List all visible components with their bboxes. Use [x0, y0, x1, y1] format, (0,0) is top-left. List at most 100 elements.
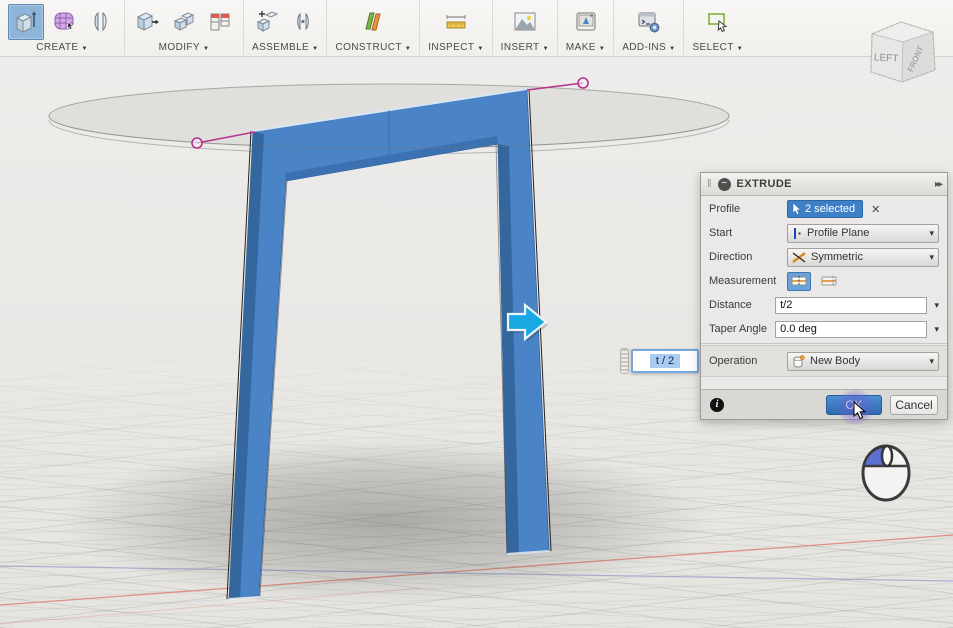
profile-row: Profile 2 selected [701, 197, 947, 221]
select-icon [707, 13, 728, 33]
cancel-button[interactable]: Cancel [890, 394, 938, 415]
inspect-menu-label: INSPECT [428, 42, 475, 53]
addins-menu-label: ADD-INS [622, 42, 667, 53]
mouse-wheel [880, 444, 894, 468]
toolbar-group-assemble: ASSEMBLE [244, 0, 328, 56]
dialog-grip-icon[interactable] [707, 178, 712, 190]
form-tool-button[interactable] [50, 7, 80, 37]
new-body-icon [793, 354, 805, 368]
toolbar-group-create: CREATE [0, 0, 125, 56]
extrude-tool-button[interactable] [8, 4, 44, 40]
view-cube-left-label: LEFT [874, 52, 899, 64]
caret-icon [405, 42, 411, 53]
operation-row: Operation New Body [701, 345, 947, 377]
mirror-tool-button[interactable] [86, 7, 116, 37]
toolbar-group-select: SELECT [684, 0, 751, 56]
measurement-whole-length-button[interactable] [817, 272, 841, 291]
canvas-distance-input[interactable]: t / 2 [631, 349, 699, 373]
mouse-hint-overlay [856, 440, 918, 509]
construct-plane-icon [365, 12, 381, 31]
new-component-icon [257, 11, 279, 32]
assemble-menu[interactable]: ASSEMBLE [252, 42, 318, 53]
toolbar-group-construct: CONSTRUCT [327, 0, 421, 56]
modify-menu-label: MODIFY [158, 42, 200, 53]
caret-icon [599, 42, 605, 53]
view-cube[interactable]: LEFT FRONT [852, 10, 950, 105]
parameters-icon [210, 13, 230, 31]
toolbar: CREATE ▼ MODIFY ▼ ASSEMBLE ▼ CONSTRUCT ▼… [0, 0, 953, 57]
distance-row: Distance [701, 293, 947, 317]
measure-icon [446, 15, 466, 29]
inspect-menu[interactable]: INSPECT [428, 42, 483, 53]
sketch-point-left[interactable] [191, 137, 203, 149]
start-dropdown[interactable]: Profile Plane [787, 223, 939, 243]
direction-row: Direction Symmetric [701, 245, 947, 269]
collapse-dialog-icon[interactable] [717, 177, 731, 191]
profile-selected-count: 2 selected [805, 203, 856, 215]
chevron-down-icon[interactable] [927, 299, 939, 311]
canvas-distance-input-group: t / 2 [620, 348, 699, 374]
direction-value: Symmetric [811, 251, 863, 263]
joint-icon [297, 12, 309, 31]
operation-dropdown[interactable]: New Body [787, 351, 939, 371]
construct-plane-tool-button[interactable] [358, 7, 388, 37]
toolbar-group-inspect: INSPECT [420, 0, 493, 56]
ok-button[interactable]: OK [826, 394, 882, 415]
measurement-half-length-button[interactable] [787, 271, 811, 291]
dialog-title: EXTRUDE [736, 178, 792, 190]
direction-dropdown[interactable]: Symmetric [787, 247, 939, 267]
taper-angle-label: Taper Angle [709, 323, 768, 335]
caret-icon [203, 42, 209, 53]
chevron-down-icon[interactable] [927, 323, 939, 335]
profile-selected-chip[interactable]: 2 selected [787, 200, 864, 218]
select-tool-button[interactable] [703, 7, 733, 37]
measurement-row: Measurement [701, 269, 947, 293]
extrude-dialog-titlebar[interactable]: EXTRUDE [701, 173, 947, 196]
start-label: Start [709, 227, 733, 239]
expand-dialog-icon[interactable] [935, 179, 941, 190]
toolbar-group-make: MAKE [558, 0, 615, 56]
measure-tool-button[interactable] [441, 7, 471, 37]
make-tool-button[interactable] [571, 7, 601, 37]
clear-selection-icon[interactable] [871, 203, 880, 216]
insert-tool-button[interactable] [510, 7, 540, 37]
insert-menu[interactable]: INSERT [501, 42, 549, 53]
combine-icon [173, 12, 195, 31]
operation-label: Operation [709, 355, 758, 367]
measurement-label: Measurement [709, 275, 777, 287]
caret-icon [737, 42, 743, 53]
construct-menu-label: CONSTRUCT [335, 42, 402, 53]
drag-grip-icon[interactable] [620, 348, 629, 374]
combine-tool-button[interactable] [169, 7, 199, 37]
make-menu[interactable]: MAKE [566, 42, 605, 53]
taper-angle-input[interactable] [775, 320, 928, 338]
create-menu[interactable]: CREATE [36, 42, 88, 53]
caret-icon [543, 42, 549, 53]
addins-menu[interactable]: ADD-INS [622, 42, 675, 53]
profile-label: Profile [709, 203, 741, 215]
extrude-dialog: EXTRUDE Profile 2 selected Start Profile… [700, 172, 948, 420]
chevron-down-icon [929, 227, 934, 239]
select-menu[interactable]: SELECT [692, 42, 743, 53]
operation-value: New Body [810, 355, 861, 367]
extrude-icon [15, 11, 37, 33]
toolbar-group-modify: MODIFY [125, 0, 244, 56]
addins-tool-button[interactable] [634, 7, 664, 37]
sketch-point-right[interactable] [577, 77, 589, 89]
taper-angle-row: Taper Angle [701, 317, 947, 341]
chevron-down-icon [929, 251, 934, 263]
joint-tool-button[interactable] [288, 7, 318, 37]
half-length-icon [791, 276, 807, 286]
create-form-icon [54, 12, 74, 31]
info-icon[interactable] [710, 397, 724, 412]
cursor-icon [792, 203, 801, 215]
new-component-tool-button[interactable] [252, 7, 282, 37]
start-row: Start Profile Plane [701, 221, 947, 245]
construct-menu[interactable]: CONSTRUCT [335, 42, 411, 53]
modify-menu[interactable]: MODIFY [159, 42, 210, 53]
parameters-tool-button[interactable] [205, 7, 235, 37]
press-pull-tool-button[interactable] [133, 7, 163, 37]
select-menu-label: SELECT [692, 42, 734, 53]
distance-input[interactable] [775, 296, 928, 314]
caret-icon [477, 42, 483, 53]
